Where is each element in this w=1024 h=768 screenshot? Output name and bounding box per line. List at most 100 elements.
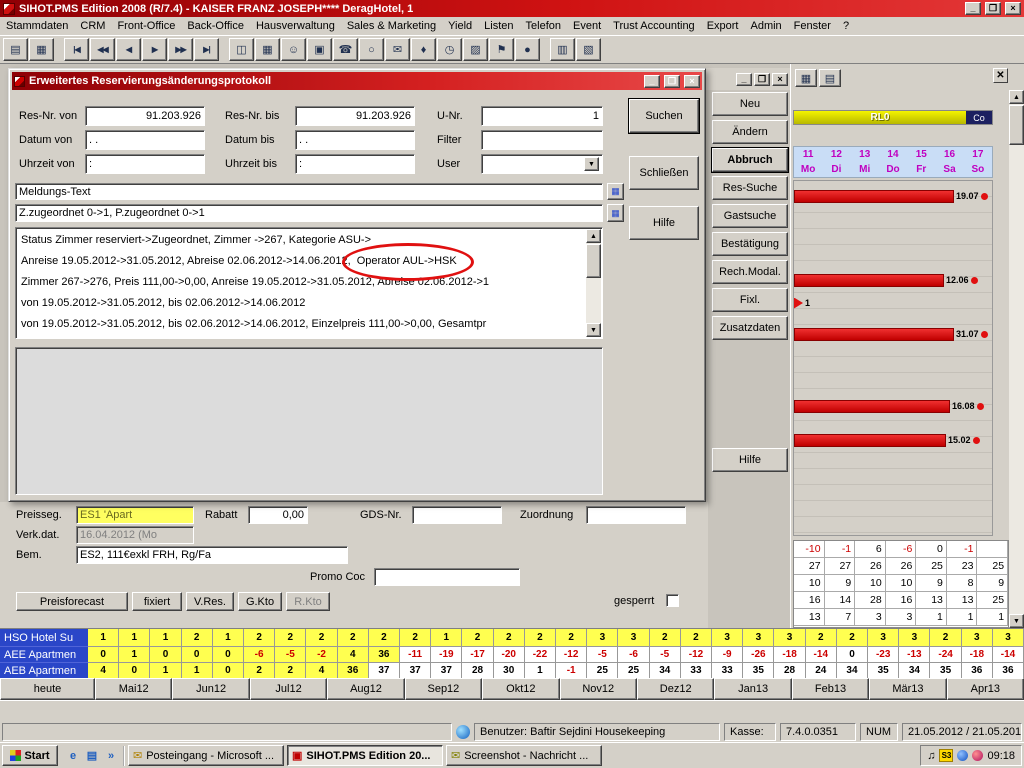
dialog-minimize-button[interactable]: _ [644,75,660,88]
grid-cell[interactable]: 28 [855,592,886,609]
availability-cell[interactable]: -2 [306,647,337,663]
start-button[interactable]: Start [2,745,58,766]
availability-cell[interactable]: 3 [618,629,649,647]
cascade-window-icon[interactable]: ▧ [576,38,601,61]
row-header[interactable]: AEB Apartmen [0,663,88,679]
task-button-screenshot[interactable]: ✉ Screenshot - Nachricht ... [446,745,602,766]
red-tray-icon[interactable] [972,750,983,761]
print-icon[interactable]: ▦ [29,38,54,61]
selected-log-entry[interactable]: Z.zugeordnet 0->1, P.zugeordnet 0->1 [15,204,603,222]
availability-cell[interactable]: -6 [618,647,649,663]
availability-cell[interactable]: 0 [119,663,150,679]
menu-item[interactable]: Hausverwaltung [250,18,341,34]
datum-bis-field[interactable]: . . [295,130,415,150]
reservation-bar[interactable] [794,190,954,203]
grid-cell[interactable]: 23 [947,558,978,575]
availability-cell[interactable]: 3 [587,629,618,647]
availability-cell[interactable]: -13 [899,647,930,663]
grid-cell[interactable]: 1 [916,609,947,626]
month-tab[interactable]: Apr13 [947,678,1024,700]
chevron-down-icon[interactable]: ▼ [584,157,599,171]
availability-cell[interactable]: 28 [774,663,805,679]
log-entry[interactable]: Anreise 19.05.2012->31.05.2012, Abreise … [17,251,586,272]
availability-cell[interactable]: 30 [494,663,525,679]
availability-cell[interactable]: -6 [244,647,275,663]
last-record-icon[interactable]: ▶| [194,38,219,61]
grid-cell[interactable]: 1 [947,609,978,626]
dialog-hilfe-button[interactable]: Hilfe [629,206,699,240]
side-button[interactable]: Abbruch [712,148,788,172]
menu-item[interactable]: Fenster [788,18,837,34]
clock-icon[interactable]: ◷ [437,38,462,61]
availability-cell[interactable]: 2 [462,629,493,647]
housekeeping-icon[interactable]: ♦ [411,38,436,61]
grid-cell[interactable] [977,541,1008,558]
grid-cell[interactable]: 13 [916,592,947,609]
month-tab[interactable]: Nov12 [560,678,637,700]
menu-item[interactable]: Event [567,18,607,34]
minimize-button[interactable]: _ [965,2,981,15]
availability-cell[interactable]: 33 [712,663,743,679]
grid-cell[interactable]: -1 [947,541,978,558]
availability-cell[interactable]: 0 [88,647,119,663]
maximize-button[interactable]: ❐ [985,2,1001,15]
availability-cell[interactable]: 34 [650,663,681,679]
availability-cell[interactable]: 37 [369,663,400,679]
chevron-icon[interactable]: » [103,748,119,764]
availability-cell[interactable]: 37 [431,663,462,679]
availability-cell[interactable]: 3 [774,629,805,647]
menu-item[interactable]: Admin [744,18,787,34]
availability-cell[interactable]: 1 [431,629,462,647]
availability-cell[interactable]: 33 [681,663,712,679]
tile-window-icon[interactable]: ▥ [550,38,575,61]
availability-cell[interactable]: 1 [525,663,556,679]
filter-field[interactable] [481,130,603,150]
availability-cell[interactable]: 2 [681,629,712,647]
task-button-sihot[interactable]: ▣ SIHOT.PMS Edition 20... [287,745,443,766]
availability-cell[interactable]: -5 [650,647,681,663]
side-button[interactable]: Ändern [712,120,788,144]
gds-nr-field[interactable] [412,506,502,524]
scroll-down-icon[interactable]: ▼ [586,323,601,337]
availability-cell[interactable]: 2 [338,629,369,647]
side-button[interactable]: Gastsuche [712,204,788,228]
schliessen-button[interactable]: Schließen [629,156,699,190]
gkto-button[interactable]: G.Kto [238,592,282,611]
rabatt-field[interactable]: 0,00 [248,506,308,524]
availability-cell[interactable]: 3 [899,629,930,647]
availability-cell[interactable]: -20 [494,647,525,663]
availability-cell[interactable]: 4 [88,663,119,679]
availability-cell[interactable]: 2 [182,629,213,647]
availability-cell[interactable]: 34 [837,663,868,679]
room-plan-close-icon[interactable]: ✕ [993,68,1008,83]
room-plan-icon[interactable]: ▦ [255,38,280,61]
availability-cell[interactable]: -18 [774,647,805,663]
availability-cell[interactable]: 0 [837,647,868,663]
availability-cell[interactable]: 3 [712,629,743,647]
task-button-outlook[interactable]: ✉ Posteingang - Microsoft ... [128,745,284,766]
availability-cell[interactable]: 1 [150,629,181,647]
availability-cell[interactable]: 36 [369,647,400,663]
uhrzeit-bis-field[interactable]: : [295,154,415,174]
suchen-button[interactable]: Suchen [629,99,699,133]
fast-forward-icon[interactable]: ▶▶ [168,38,193,61]
availability-cell[interactable]: 37 [400,663,431,679]
availability-cell[interactable]: -11 [400,647,431,663]
availability-cell[interactable]: 34 [899,663,930,679]
availability-cell[interactable]: 2 [494,629,525,647]
menu-item[interactable]: Export [701,18,745,34]
res-nr-von-field[interactable]: 91.203.926 [85,106,205,126]
availability-cell[interactable]: -12 [556,647,587,663]
new-document-icon[interactable]: ▤ [3,38,28,61]
next-record-icon[interactable]: ▶ [142,38,167,61]
menu-item[interactable]: Yield [442,18,478,34]
menu-item[interactable]: ? [837,18,855,34]
grid-cell[interactable]: -10 [794,541,825,558]
row-header[interactable]: HSO Hotel Su [0,629,88,647]
grid-cell[interactable]: 26 [855,558,886,575]
menu-item[interactable]: Telefon [520,18,567,34]
grid-cell[interactable]: 27 [825,558,856,575]
availability-cell[interactable]: 2 [806,629,837,647]
grid-cell[interactable]: 10 [855,575,886,592]
menu-item[interactable]: CRM [74,18,111,34]
